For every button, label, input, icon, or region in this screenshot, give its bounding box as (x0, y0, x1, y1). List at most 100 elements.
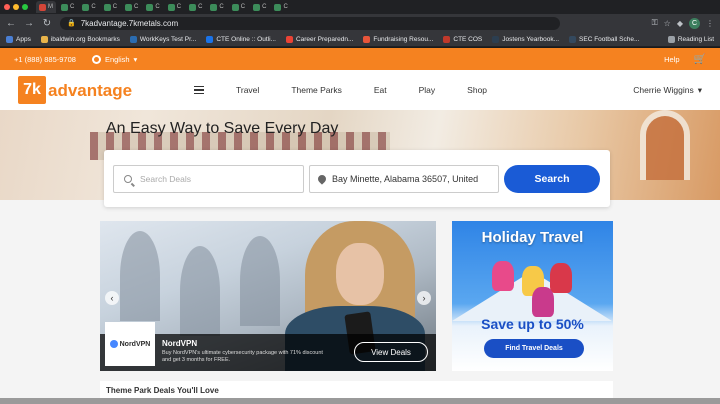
search-panel: Search Deals Bay Minette, Alabama 36507,… (104, 150, 610, 207)
chevron-down-icon: ▾ (133, 54, 138, 64)
browser-tab[interactable]: C (58, 1, 77, 13)
bookmark-label: Fundraising Resou... (373, 35, 434, 43)
reload-icon[interactable]: ↻ (42, 18, 52, 29)
nav-item-travel[interactable]: Travel (236, 85, 259, 95)
nav-item-shop[interactable]: Shop (467, 85, 487, 95)
close-window-icon[interactable] (4, 4, 10, 10)
section-title: Theme Park Deals You'll Love (106, 386, 219, 395)
minimize-window-icon[interactable] (13, 4, 19, 10)
browser-tab[interactable]: C (79, 1, 98, 13)
site-logo[interactable]: 7k advantage (18, 76, 132, 104)
bookmark-favicon-icon (206, 35, 214, 43)
deal-description: Buy NordVPN's ultimate cybersecurity pac… (162, 350, 323, 363)
browser-tab[interactable]: C (122, 1, 141, 13)
search-deals-input[interactable]: Search Deals (113, 165, 304, 193)
bookmark-item[interactable]: CTE COS (443, 35, 483, 43)
hamburger-menu-icon[interactable] (194, 85, 204, 95)
address-bar[interactable]: 🔒 7kadvantage.7kmetals.com (60, 16, 560, 30)
hero-arch-decoration (640, 110, 690, 180)
bookmark-item[interactable]: ibaldwin.org Bookmarks (40, 35, 120, 43)
bookmark-item[interactable]: Fundraising Resou... (363, 35, 434, 43)
back-icon[interactable]: ← (6, 18, 16, 29)
bookmark-label: Career Preparedn... (295, 35, 354, 43)
help-link[interactable]: Help (664, 55, 679, 64)
holiday-travel-promo[interactable]: Holiday Travel Save up to 50% Find Trave… (452, 221, 613, 371)
tab-label: M (48, 4, 53, 10)
tab-favicon-icon (125, 3, 133, 11)
tab-label: C (219, 4, 224, 10)
view-deals-button[interactable]: View Deals (354, 342, 428, 362)
hero-title: An Easy Way to Save Every Day (106, 120, 339, 137)
nav-item-theme-parks[interactable]: Theme Parks (291, 85, 342, 95)
bookmark-list: Apps ibaldwin.org Bookmarks WorkKeys Test … (6, 35, 639, 43)
user-name: Cherrie Wiggins (633, 85, 694, 95)
reading-list-icon (667, 35, 675, 43)
tab-favicon-icon (146, 3, 154, 11)
browser-tab[interactable]: C (207, 1, 226, 13)
carousel-next-icon[interactable]: › (417, 291, 431, 305)
language-selector[interactable]: English ▾ (91, 54, 138, 64)
browser-tab[interactable]: C (143, 1, 162, 13)
reading-list-label: Reading List (677, 35, 714, 43)
bookmark-label: CTE COS (453, 35, 483, 43)
browser-tab[interactable]: C (229, 1, 248, 13)
nordvpn-logo: NordVPN (105, 322, 155, 366)
bookmark-item[interactable]: Apps (6, 35, 31, 43)
carousel-image-face (336, 243, 384, 305)
tab-label: C (155, 4, 160, 10)
browser-tab[interactable]: C (271, 1, 290, 13)
find-travel-deals-button[interactable]: Find Travel Deals (484, 339, 584, 358)
search-deals-placeholder: Search Deals (140, 174, 192, 184)
utility-bar: +1 (888) 885-9708 English ▾ Help 🛒 (0, 48, 720, 70)
browser-tab[interactable]: M (36, 1, 56, 13)
lock-icon: 🔒 (67, 20, 76, 27)
bookmark-favicon-icon (492, 35, 500, 43)
browser-tab[interactable]: C (186, 1, 205, 13)
bookmark-favicon-icon (569, 35, 577, 43)
language-label: English (104, 54, 130, 64)
profile-avatar[interactable]: C (689, 17, 700, 29)
extensions-icon[interactable]: ◆ (677, 19, 683, 28)
location-value: Bay Minette, Alabama 36507, United (332, 174, 479, 184)
browser-tab[interactable]: C (250, 1, 269, 13)
user-menu[interactable]: Cherrie Wiggins ▾ (633, 85, 702, 96)
search-button[interactable]: Search (504, 165, 600, 193)
site-header: 7k advantage Travel Theme Parks Eat Play… (0, 70, 720, 110)
window-controls (4, 4, 28, 10)
bookmark-item[interactable]: Career Preparedn... (285, 35, 354, 43)
kid-illustration (492, 261, 514, 291)
bookmark-item[interactable]: CTE Online :: Outli... (206, 35, 276, 43)
forward-icon[interactable]: → (24, 18, 34, 29)
bookmark-item[interactable]: WorkKeys Test Pr... (129, 35, 197, 43)
location-input[interactable]: Bay Minette, Alabama 36507, United (309, 165, 499, 193)
key-icon[interactable]: ⚿ (652, 18, 658, 28)
tab-favicon-icon (274, 3, 282, 11)
bookmark-item[interactable]: SEC Football Sche... (569, 35, 639, 43)
reading-list[interactable]: Reading List (667, 35, 714, 43)
bookmarks-bar: Apps ibaldwin.org Bookmarks WorkKeys Test … (0, 32, 720, 47)
promo-savings: Save up to 50% (481, 316, 584, 332)
bookmark-label: WorkKeys Test Pr... (139, 35, 197, 43)
nav-item-play[interactable]: Play (419, 85, 436, 95)
cart-icon[interactable]: 🛒 (694, 54, 706, 65)
browser-tab[interactable]: C (165, 1, 184, 13)
browser-tab-strip: MCCCCCCCCCCC (0, 0, 720, 14)
globe-icon (91, 54, 101, 64)
nav-item-eat[interactable]: Eat (374, 85, 387, 95)
browser-toolbar: ← → ↻ 🔒 7kadvantage.7kmetals.com ⚿ ☆ ◆ C… (0, 14, 720, 32)
chevron-down-icon: ▾ (697, 84, 702, 95)
tab-label: C (91, 4, 96, 10)
tab-label: C (262, 4, 267, 10)
browser-tab[interactable]: C (101, 1, 120, 13)
tab-label: C (198, 4, 203, 10)
bookmark-favicon-icon (363, 35, 371, 43)
bookmark-item[interactable]: Jostens Yearbook... (492, 35, 559, 43)
carousel-prev-icon[interactable]: ‹ (105, 291, 119, 305)
toolbar-actions: ⚿ ☆ ◆ C ⋮ (652, 17, 714, 29)
star-icon[interactable]: ☆ (664, 19, 671, 28)
maximize-window-icon[interactable] (22, 4, 28, 10)
phone-number[interactable]: +1 (888) 885-9708 (14, 55, 76, 64)
search-icon (124, 175, 132, 183)
logo-text: advantage (48, 80, 133, 100)
menu-dots-icon[interactable]: ⋮ (706, 19, 714, 28)
